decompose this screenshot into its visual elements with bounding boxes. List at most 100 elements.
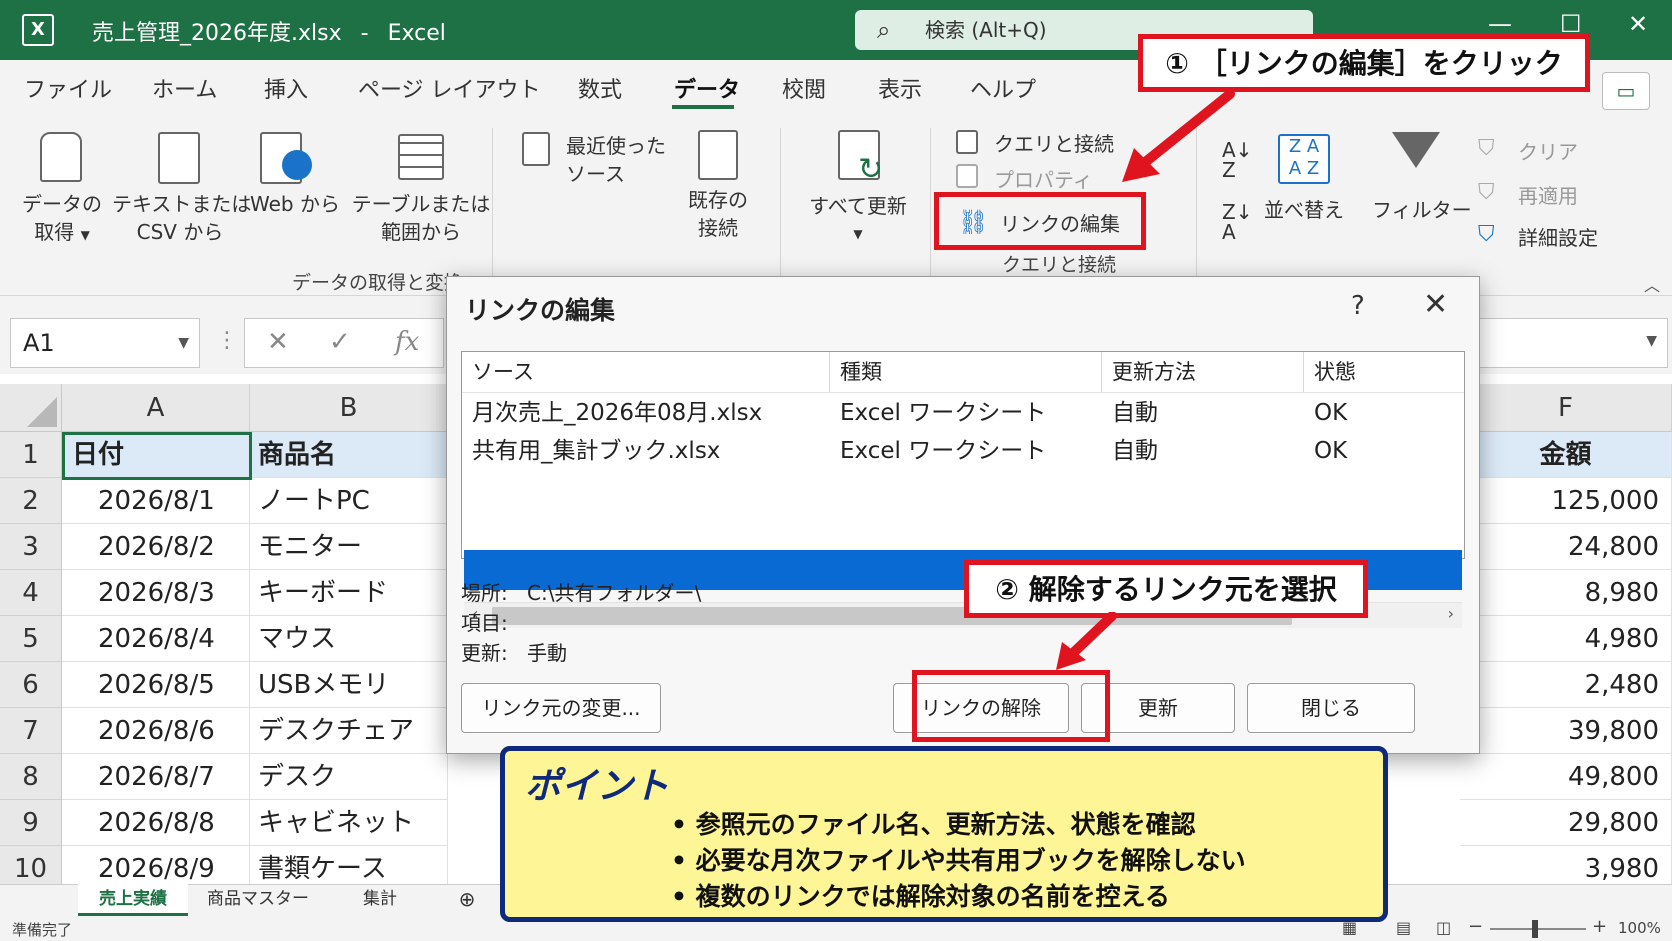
cell-product[interactable]: ノートPC bbox=[250, 478, 448, 524]
column-header-a[interactable]: A bbox=[62, 384, 250, 432]
filter-button[interactable]: フィルター bbox=[1372, 196, 1472, 224]
cell-amount[interactable]: 24,800 bbox=[1460, 524, 1672, 570]
page-layout-view-icon[interactable]: ▤ bbox=[1396, 918, 1411, 937]
get-data-button[interactable]: データの 取得 ▼ bbox=[22, 190, 102, 249]
link-status[interactable]: OK bbox=[1304, 432, 1347, 470]
link-update[interactable]: 自動 bbox=[1102, 432, 1158, 470]
tab-page-layout[interactable]: ページ レイアウト bbox=[358, 72, 541, 104]
scroll-right-icon[interactable]: › bbox=[1448, 604, 1454, 623]
collapse-ribbon-icon[interactable]: ︿ bbox=[1644, 272, 1660, 296]
cell-date[interactable]: 2026/8/1 bbox=[62, 478, 250, 524]
close-button[interactable]: 閉じる bbox=[1247, 683, 1415, 733]
column-header-f[interactable]: F bbox=[1460, 384, 1672, 432]
link-source[interactable]: 不要な旧リンク.xlsx bbox=[462, 476, 686, 514]
reapply-button[interactable]: 再適用 bbox=[1518, 180, 1578, 209]
cell-amount[interactable]: 8,980 bbox=[1460, 570, 1672, 616]
tab-view[interactable]: 表示 bbox=[878, 72, 922, 104]
tab-review[interactable]: 校閲 bbox=[782, 72, 826, 104]
sheet-tab-sales[interactable]: 売上実績 bbox=[78, 884, 188, 916]
zoom-out-icon[interactable]: − bbox=[1468, 916, 1483, 937]
clear-button[interactable]: クリア bbox=[1518, 136, 1578, 165]
cell-date[interactable]: 2026/8/6 bbox=[62, 708, 250, 754]
zoom-slider-thumb[interactable] bbox=[1532, 920, 1538, 938]
comments-icon[interactable]: ▭ bbox=[1602, 72, 1650, 110]
add-sheet-icon[interactable]: ⊕ bbox=[452, 884, 482, 916]
queries-connections-button[interactable]: クエリと接続 bbox=[994, 128, 1114, 157]
cell-amount[interactable]: 125,000 bbox=[1460, 478, 1672, 524]
cell-date[interactable]: 2026/8/4 bbox=[62, 616, 250, 662]
cell-amount[interactable]: 4,980 bbox=[1460, 616, 1672, 662]
cell-product[interactable]: USBメモリ bbox=[250, 662, 448, 708]
link-status[interactable]: OK bbox=[1304, 394, 1347, 432]
enter-icon[interactable]: ✓ bbox=[329, 327, 351, 357]
row-header[interactable]: 4 bbox=[0, 570, 62, 616]
cell-product[interactable]: キャビネット bbox=[250, 800, 448, 846]
existing-connections-button[interactable]: 既存の 接続 bbox=[680, 186, 756, 242]
header-update[interactable]: 更新方法 bbox=[1102, 352, 1304, 392]
cell-date[interactable]: 2026/8/5 bbox=[62, 662, 250, 708]
recent-sources-button[interactable]: 最近使った ソース bbox=[566, 132, 666, 188]
row-header[interactable]: 3 bbox=[0, 524, 62, 570]
cell-product[interactable]: 商品名 bbox=[250, 432, 448, 478]
from-table-button[interactable]: テーブルまたは 範囲から bbox=[348, 190, 494, 246]
header-status[interactable]: 状態 bbox=[1304, 352, 1464, 392]
link-type[interactable]: Excel ワークシート bbox=[830, 394, 1046, 432]
cell-date[interactable]: 2026/8/7 bbox=[62, 754, 250, 800]
row-header[interactable]: 1 bbox=[0, 432, 62, 478]
row-header[interactable]: 9 bbox=[0, 800, 62, 846]
insert-function-icon[interactable]: fx bbox=[395, 327, 419, 357]
help-icon[interactable]: ? bbox=[1351, 291, 1365, 321]
row-header[interactable]: 7 bbox=[0, 708, 62, 754]
tab-insert[interactable]: 挿入 bbox=[264, 72, 308, 104]
link-update[interactable]: 自動 bbox=[1102, 394, 1158, 432]
sheet-tab-summary[interactable]: 集計 bbox=[340, 884, 420, 916]
link-type[interactable]: Excel ワークシート bbox=[830, 476, 1046, 514]
properties-button[interactable]: プロパティ bbox=[994, 164, 1093, 193]
tab-data[interactable]: データ bbox=[674, 72, 740, 104]
cell-amount[interactable]: 49,800 bbox=[1460, 754, 1672, 800]
cell-amount[interactable]: 2,480 bbox=[1460, 662, 1672, 708]
close-window-icon[interactable]: ✕ bbox=[1628, 10, 1648, 38]
sort-desc-icon[interactable]: Z↓ A bbox=[1222, 202, 1252, 242]
row-header[interactable]: 6 bbox=[0, 662, 62, 708]
row-header[interactable]: 5 bbox=[0, 616, 62, 662]
from-web-button[interactable]: Web から bbox=[250, 190, 340, 218]
page-break-view-icon[interactable]: ◫ bbox=[1436, 918, 1451, 937]
zoom-slider[interactable] bbox=[1490, 928, 1586, 930]
cell-date[interactable]: 2026/8/8 bbox=[62, 800, 250, 846]
row-header[interactable]: 8 bbox=[0, 754, 62, 800]
tab-file[interactable]: ファイル bbox=[24, 72, 112, 104]
cell-product[interactable]: キーボード bbox=[250, 570, 448, 616]
name-box[interactable]: A1 ▼ bbox=[10, 318, 200, 368]
cell-amount[interactable]: 29,800 bbox=[1460, 800, 1672, 846]
column-header-b[interactable]: B bbox=[250, 384, 448, 432]
header-type[interactable]: 種類 bbox=[830, 352, 1102, 392]
zoom-in-icon[interactable]: + bbox=[1592, 916, 1607, 937]
close-icon[interactable]: ✕ bbox=[1423, 287, 1448, 322]
tab-home[interactable]: ホーム bbox=[152, 72, 217, 104]
header-source[interactable]: ソース bbox=[462, 352, 830, 392]
cell-product[interactable]: デスクチェア bbox=[250, 708, 448, 754]
cell-amount[interactable]: 39,800 bbox=[1460, 708, 1672, 754]
tab-help[interactable]: ヘルプ bbox=[970, 72, 1036, 104]
link-source[interactable]: 共有用_集計ブック.xlsx bbox=[462, 432, 720, 470]
refresh-all-button[interactable]: すべて更新 ▼ bbox=[800, 192, 916, 248]
cell-amount[interactable]: 金額 bbox=[1460, 432, 1672, 478]
zoom-level[interactable]: 100% bbox=[1618, 919, 1661, 937]
link-status[interactable]: 不明 bbox=[1304, 476, 1360, 514]
link-update[interactable]: 手動 bbox=[1102, 476, 1158, 514]
advanced-button[interactable]: 詳細設定 bbox=[1518, 222, 1598, 251]
row-header[interactable]: 2 bbox=[0, 478, 62, 524]
cell-product[interactable]: マウス bbox=[250, 616, 448, 662]
cell-date[interactable]: 2026/8/2 bbox=[62, 524, 250, 570]
links-list[interactable]: ソース 種類 更新方法 状態 月次売上_2026年08月.xlsx Excel … bbox=[461, 351, 1465, 628]
link-type[interactable]: Excel ワークシート bbox=[830, 432, 1046, 470]
sheet-tab-products[interactable]: 商品マスター bbox=[198, 884, 318, 916]
cell-date[interactable]: 2026/8/3 bbox=[62, 570, 250, 616]
sort-button[interactable]: 並べ替え bbox=[1262, 196, 1346, 224]
from-text-csv-button[interactable]: テキストまたは CSV から bbox=[112, 190, 251, 246]
cell-product[interactable]: デスク bbox=[250, 754, 448, 800]
cancel-icon[interactable]: ✕ bbox=[267, 327, 289, 357]
tab-formulas[interactable]: 数式 bbox=[578, 72, 622, 104]
cell-product[interactable]: モニター bbox=[250, 524, 448, 570]
